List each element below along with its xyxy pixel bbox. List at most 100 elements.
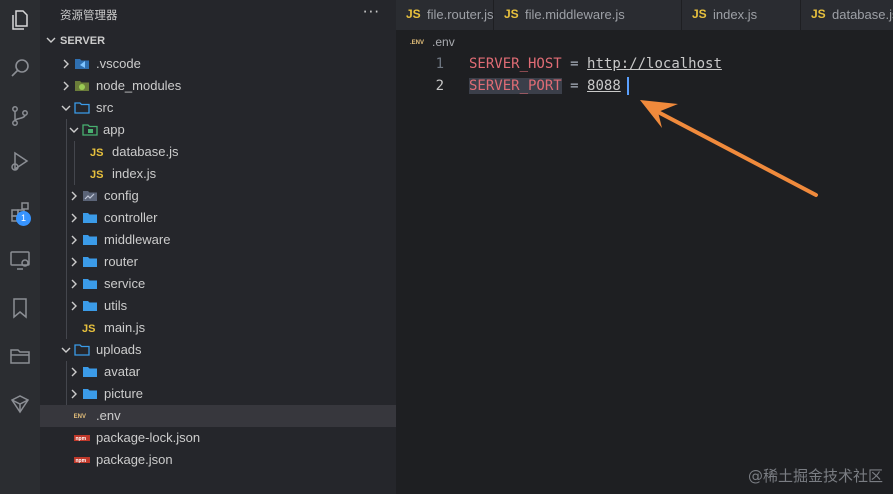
tree-item-label: router — [104, 254, 138, 269]
explorer-icon[interactable] — [0, 0, 40, 40]
vscode-folder-icon — [74, 56, 90, 72]
tree-item[interactable]: uploads — [40, 339, 396, 361]
tab-label: file.router.js — [427, 7, 494, 22]
tree-item-label: config — [104, 188, 139, 203]
sidebar-title: 资源管理器 — [60, 10, 118, 22]
app-folder-icon — [82, 122, 98, 138]
tree-item-label: service — [104, 276, 146, 291]
activity-bar: 1 — [0, 0, 40, 494]
folder-icon — [82, 386, 98, 402]
tree-item[interactable]: npm package-lock.json — [40, 427, 396, 449]
tree-item-label: uploads — [96, 342, 142, 357]
chevron-right-icon — [68, 234, 80, 246]
tree-item[interactable]: middleware — [40, 229, 396, 251]
extensions-badge: 1 — [16, 211, 31, 226]
tree-item[interactable]: app — [40, 119, 396, 141]
workspace-folder-header[interactable]: SERVER — [40, 31, 396, 53]
tree-item-label: index.js — [112, 166, 157, 181]
chevron-down-icon — [60, 344, 72, 356]
tree-item[interactable]: avatar — [40, 361, 396, 383]
tree-item-label: middleware — [104, 232, 171, 247]
js-icon: JS — [811, 7, 826, 21]
tree-item-label: .env — [96, 408, 121, 423]
tree-item[interactable]: controller — [40, 207, 396, 229]
svg-text:JS: JS — [90, 147, 103, 159]
tab-file-router[interactable]: JS file.router.js — [396, 0, 494, 30]
chevron-right-icon — [60, 80, 72, 92]
tree-item-label: picture — [104, 386, 144, 401]
folder-icon — [82, 364, 98, 380]
tree-item[interactable]: utils — [40, 295, 396, 317]
chevron-right-icon — [68, 278, 80, 290]
search-icon[interactable] — [0, 48, 40, 88]
tree-item[interactable]: node_modules — [40, 75, 396, 97]
bookmarks-icon[interactable] — [0, 288, 40, 328]
svg-text:JS: JS — [82, 323, 95, 335]
tree-item[interactable]: router — [40, 251, 396, 273]
chevron-right-icon — [68, 212, 80, 224]
tree-item-label: database.js — [112, 144, 179, 159]
tree-item[interactable]: JS main.js — [40, 317, 396, 339]
folder-icon — [82, 276, 98, 292]
tab-database[interactable]: JS database.js — [801, 0, 893, 30]
tree-item[interactable]: config — [40, 185, 396, 207]
tree-item[interactable]: service — [40, 273, 396, 295]
chevron-down-icon — [68, 124, 80, 136]
chevron-right-icon — [68, 300, 80, 312]
tree-item[interactable]: src — [40, 97, 396, 119]
tree-item[interactable]: picture — [40, 383, 396, 405]
tree-item[interactable]: JS database.js — [40, 141, 396, 163]
js-icon: JS — [82, 320, 98, 336]
chevron-down-icon — [60, 102, 72, 114]
js-icon: JS — [504, 7, 519, 21]
remote-explorer-icon[interactable] — [0, 240, 40, 280]
npm-icon: npm — [74, 430, 90, 446]
tab-label: index.js — [713, 7, 758, 22]
tree-item-label: app — [103, 122, 125, 137]
explorer-sidebar: 资源管理器 ··· SERVER .vscode node_modulessrc a… — [40, 0, 396, 494]
folder-icon[interactable] — [0, 336, 40, 376]
chevron-down-icon — [46, 37, 56, 43]
editor-tabs: JS file.router.js JS file.middleware.js … — [396, 0, 893, 30]
chevron-right-icon — [68, 388, 80, 400]
annotation-arrow — [640, 100, 818, 197]
sidebar-header: 资源管理器 ··· — [40, 0, 396, 30]
tree-item-label: .vscode — [96, 56, 141, 71]
tab-file-middleware[interactable]: JS file.middleware.js — [494, 0, 682, 30]
svg-text:JS: JS — [90, 169, 103, 181]
folder-icon — [82, 232, 98, 248]
tree-item[interactable]: .vscode — [40, 53, 396, 75]
chevron-right-icon — [68, 256, 80, 268]
tree-item[interactable]: JS index.js — [40, 163, 396, 185]
env-icon: .ENV — [72, 408, 90, 424]
js-icon: JS — [692, 7, 707, 21]
editor-area[interactable]: .ENV .env 1 SERVER_HOST = http://localhos… — [396, 30, 893, 494]
tree-item[interactable]: npm package.json — [40, 449, 396, 471]
tree-item-label: package.json — [96, 452, 173, 467]
config-folder-icon — [82, 188, 98, 204]
svg-text:.ENV: .ENV — [74, 414, 86, 420]
js-icon: JS — [90, 166, 106, 182]
tree-item-label: controller — [104, 210, 158, 225]
folder-open-icon — [74, 342, 90, 358]
folder-open-icon — [74, 100, 90, 116]
folder-icon — [82, 210, 98, 226]
tab-label: file.middleware.js — [525, 7, 625, 22]
node-folder-icon — [74, 78, 90, 94]
tree-item-label: node_modules — [96, 78, 182, 93]
watermark: @稀土掘金技术社区 — [747, 467, 883, 485]
source-control-icon[interactable] — [0, 96, 40, 136]
svg-text:npm: npm — [76, 436, 87, 442]
run-debug-icon[interactable] — [0, 141, 40, 181]
tree-item-label: src — [96, 100, 114, 115]
tree-item-label: main.js — [104, 320, 146, 335]
tab-index[interactable]: JS index.js — [682, 0, 801, 30]
tree-item[interactable]: .ENV .env — [40, 405, 396, 427]
js-icon: JS — [406, 7, 421, 21]
more-actions-icon[interactable]: ··· — [363, 3, 380, 21]
git-graph-icon[interactable] — [0, 384, 40, 424]
chevron-right-icon — [68, 190, 80, 202]
js-icon: JS — [90, 144, 106, 160]
npm-icon: npm — [74, 452, 90, 468]
tree-item-label: package-lock.json — [96, 430, 201, 445]
